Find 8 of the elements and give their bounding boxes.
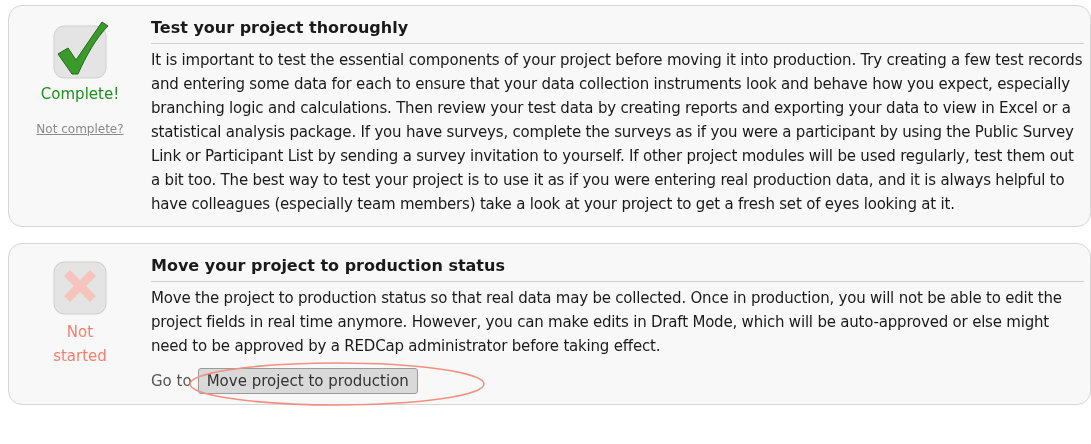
status-label: Not started — [52, 322, 108, 367]
step-title: Move your project to production status — [151, 252, 1084, 282]
move-to-production-button[interactable]: Move project to production — [197, 368, 418, 394]
step-description: Move the project to production status so that real data may be collected. Once in production, you will not be able to edit the project fields in real time anymore. However, you can make edits in Draft Mode, which will be auto-approved or else might need to be approved by a REDCap administrator before taking effect. — [151, 288, 1063, 357]
step-title: Test your project thoroughly — [151, 14, 1084, 44]
status-label: Complete! — [40, 84, 120, 105]
step-description: It is important to test the essential components of your project before moving it into production. Try creating a few test records and entering some data for each to ensure that your data collection instruments look and behave how you expect, especially branching logic and calculations. Then review your test data by creating reports and exporting your data to view in Excel or a statistical analysis package. If you have surveys, complete the surveys as if you were a participant by using the Public Survey Link or Participant List by sending a survey invitation to yourself. If other project modules will be used regularly, test them out a bit too. The best way to test your project is to use it as if you were entering real production data, and it is always helpful to have colleagues (especially team members) take a look at your project to get a fresh set of eyes looking at it. — [151, 50, 1084, 215]
go-to-label: Go to — [151, 372, 192, 390]
